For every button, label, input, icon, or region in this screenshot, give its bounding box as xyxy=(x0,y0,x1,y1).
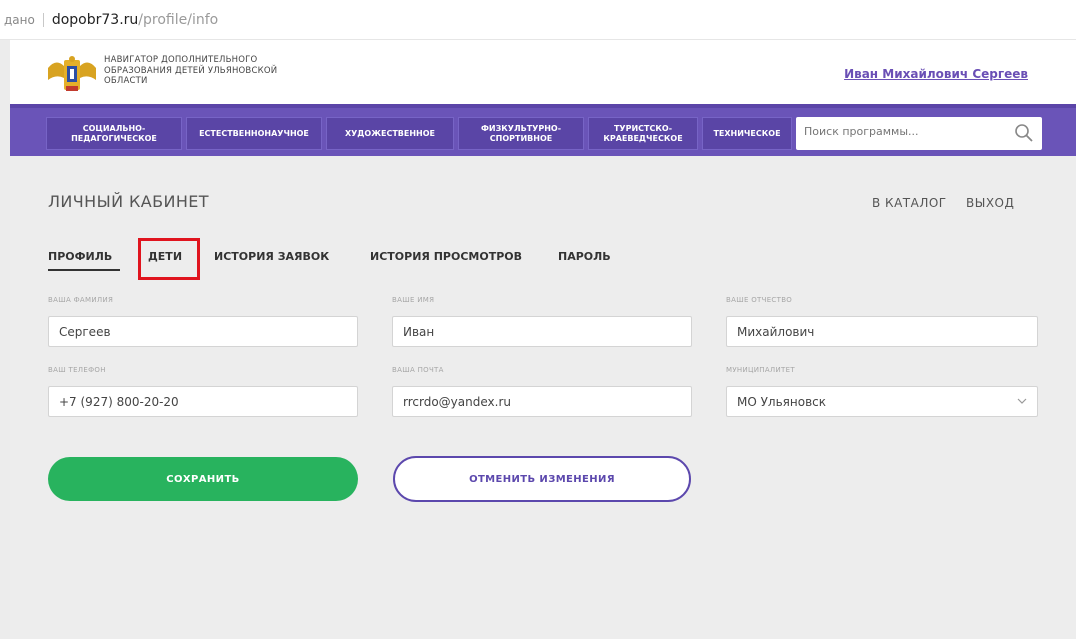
address-prefix: дано xyxy=(4,12,35,27)
municipality-select[interactable]: МО Ульяновск xyxy=(726,386,1038,417)
search-box[interactable] xyxy=(796,117,1042,150)
brand-line: Навигатор дополнительного xyxy=(104,55,258,65)
nav-item-tourism[interactable]: Туристско-краеведческое xyxy=(588,117,698,150)
nav-item-social[interactable]: Социально-педагогическое xyxy=(46,117,182,150)
municipality-value: МО Ульяновск xyxy=(737,394,826,409)
site-header: Навигатор дополнительного образования де… xyxy=(10,40,1076,104)
surname-field[interactable]: Сергеев xyxy=(48,316,358,347)
phone-field[interactable]: +7 (927) 800-20-20 xyxy=(48,386,358,417)
brand-title[interactable]: Навигатор дополнительного образования де… xyxy=(104,55,334,87)
surname-label: Ваша фамилия xyxy=(48,296,114,304)
address-path: /profile/info xyxy=(138,11,219,28)
address-bar[interactable]: дано dopobr73.ru /profile/info xyxy=(0,0,1076,40)
profile-content: ЛИЧНЫЙ КАБИНЕТ В КАТАЛОГ ВЫХОД ПРОФИЛЬ Д… xyxy=(10,156,1076,639)
name-field[interactable]: Иван xyxy=(392,316,692,347)
brand-line: образования детей Ульяновской xyxy=(104,65,278,76)
nav-item-art[interactable]: Художественное xyxy=(326,117,454,150)
tab-view-history[interactable]: ИСТОРИЯ ПРОСМОТРОВ xyxy=(370,250,522,263)
highlight-box xyxy=(138,238,200,280)
search-input[interactable] xyxy=(804,125,1004,138)
cancel-changes-button[interactable]: ОТМЕНИТЬ ИЗМЕНЕНИЯ xyxy=(393,456,691,502)
email-field[interactable]: rrcrdo@yandex.ru xyxy=(392,386,692,417)
page-title: ЛИЧНЫЙ КАБИНЕТ xyxy=(48,192,209,211)
patronymic-label: Ваше отчество xyxy=(726,296,793,304)
tab-application-history[interactable]: ИСТОРИЯ ЗАЯВОК xyxy=(214,250,329,263)
logout-link[interactable]: ВЫХОД xyxy=(966,196,1014,210)
brand-line: области xyxy=(104,76,148,86)
address-separator xyxy=(42,12,44,27)
nav-item-technical[interactable]: Техническое xyxy=(702,117,792,150)
patronymic-field[interactable]: Михайлович xyxy=(726,316,1038,347)
active-tab-underline xyxy=(48,269,120,271)
address-domain: dopobr73.ru xyxy=(51,11,139,28)
save-button[interactable]: СОХРАНИТЬ xyxy=(48,457,358,501)
nav-item-science[interactable]: Естественнонаучное xyxy=(186,117,322,150)
catalog-link[interactable]: В КАТАЛОГ xyxy=(872,196,947,210)
nav-item-sport[interactable]: Физкультурно-спортивное xyxy=(458,117,584,150)
user-name-link[interactable]: Иван Михайлович Сергеев xyxy=(844,67,1028,81)
crest-logo-icon[interactable] xyxy=(46,54,98,94)
tab-password[interactable]: ПАРОЛЬ xyxy=(558,250,611,263)
email-label: Ваша почта xyxy=(392,366,444,374)
left-strip xyxy=(0,40,10,639)
name-label: Ваше имя xyxy=(392,296,435,304)
chevron-down-icon xyxy=(1017,398,1027,404)
category-nav: Социально-педагогическое Естественнонауч… xyxy=(10,104,1076,156)
search-icon[interactable] xyxy=(1014,123,1034,143)
municipality-label: Муниципалитет xyxy=(726,366,795,374)
tab-profile[interactable]: ПРОФИЛЬ xyxy=(48,250,112,263)
phone-label: Ваш телефон xyxy=(48,366,106,374)
